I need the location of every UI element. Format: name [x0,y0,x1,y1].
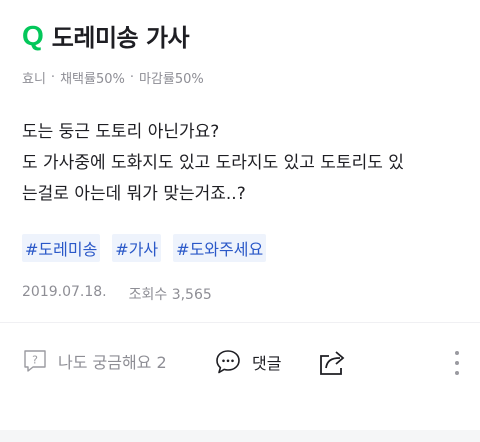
speech-bubble-icon [214,348,242,376]
post-date: 2019.07.18. [22,284,107,300]
question-title: 도레미송 가사 [51,24,190,52]
more-options-button[interactable] [452,349,462,377]
question-box-icon: ? [22,348,48,374]
question-body: 도는 둥근 도토리 아닌가요? 도 가사중에 도화지도 있고 도라지도 있고 도… [22,117,467,210]
body-line: 는걸로 아는데 뭐가 맞는거죠..? [22,184,246,204]
comment-button[interactable]: 댓글 [214,348,281,376]
curious-label: 나도 궁금해요 2 [58,353,167,372]
tag-doremisong[interactable]: #도레미송 [22,234,101,262]
body-line: 도는 둥근 도토리 아닌가요? [22,122,220,142]
share-button[interactable] [317,347,349,377]
deadline-rate: 마감률50% [138,72,204,87]
question-meta: 효니 · 채택률50% · 마감률50% [22,68,204,87]
meta-separator: · [50,70,56,85]
tag-list: #도레미송 #가사 #도와주세요 [22,234,278,262]
action-bar: ? 나도 궁금해요 2 댓글 [22,343,467,381]
tag-help[interactable]: #도와주세요 [173,234,267,262]
question-stats: 2019.07.18. 조회수 3,565 [22,284,212,304]
body-line: 도 가사중에 도화지도 있고 도라지도 있고 도토리도 있 [22,153,404,173]
svg-text:?: ? [32,354,38,367]
divider [0,322,480,323]
question-header: Q 도레미송 가사 [22,18,190,53]
curious-button[interactable]: ? 나도 궁금해요 2 [22,348,167,374]
author-name[interactable]: 효니 [22,68,46,87]
comment-label: 댓글 [252,354,282,373]
tag-lyrics[interactable]: #가사 [112,234,162,262]
section-divider [0,430,480,442]
more-vertical-icon [452,349,462,377]
view-count: 조회수 3,565 [128,287,212,303]
share-icon [317,347,349,377]
meta-separator: · [129,70,134,85]
adoption-rate: 채택률50% [60,72,125,87]
q-logo-icon: Q [22,19,44,51]
